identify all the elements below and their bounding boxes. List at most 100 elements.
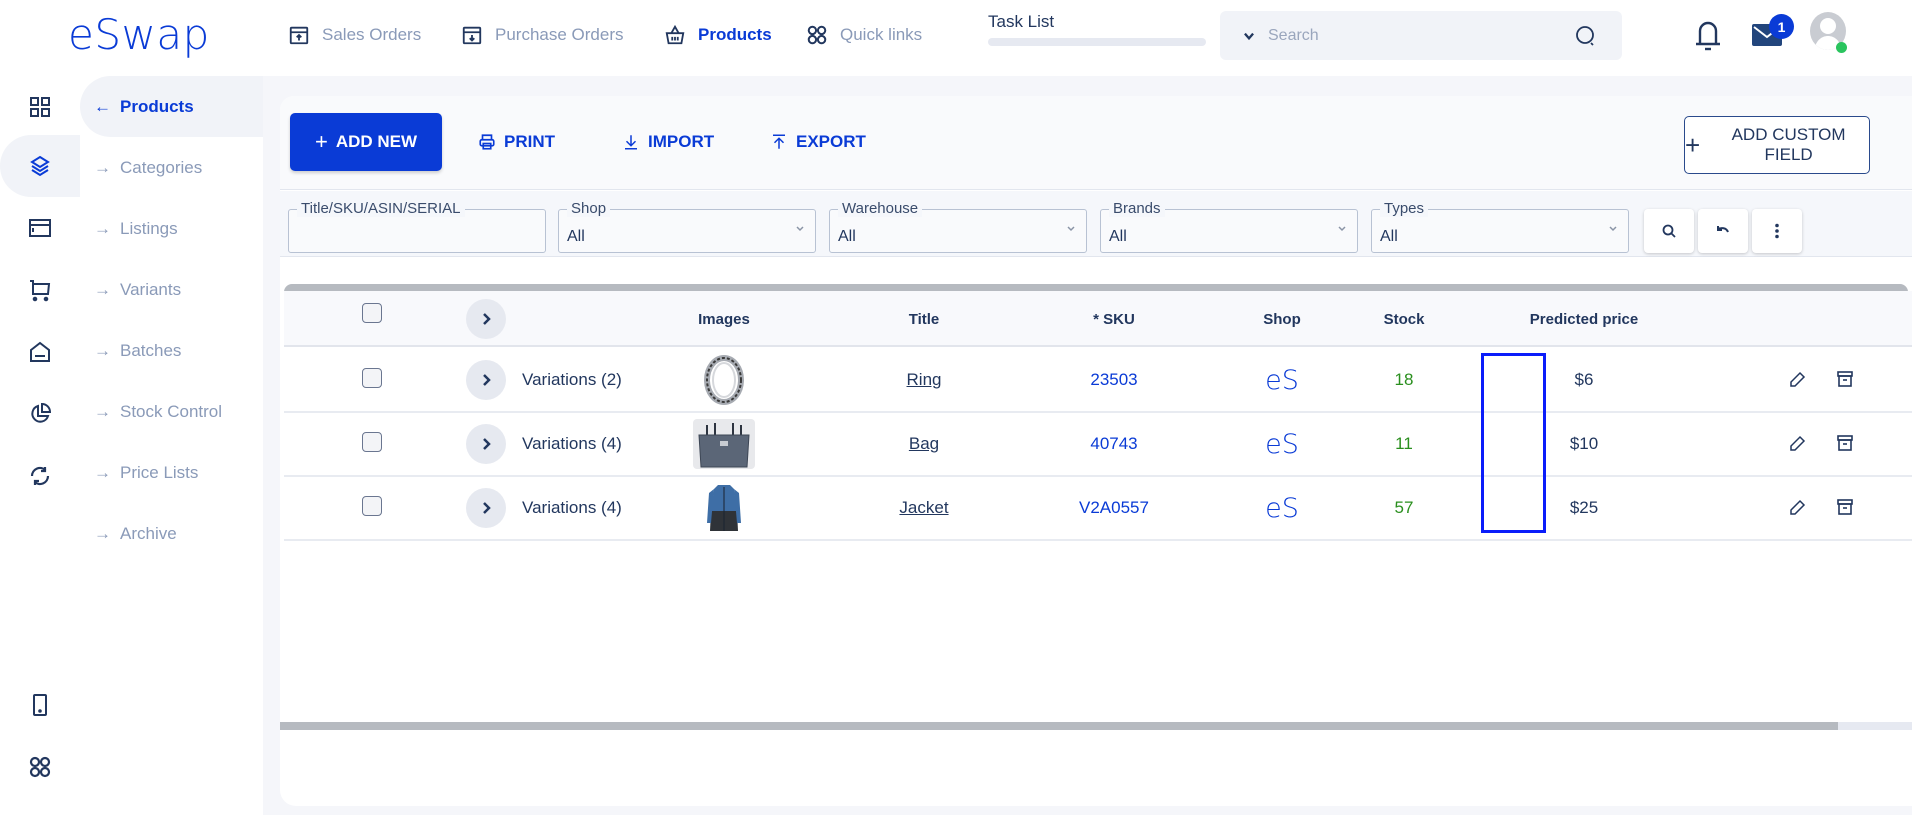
filters-bar: Title/SKU/ASIN/SERIAL Shop All Warehouse… bbox=[280, 191, 1912, 257]
icon-rail bbox=[0, 76, 80, 815]
print-button[interactable]: PRINT bbox=[478, 113, 555, 171]
chevron-right-icon bbox=[479, 373, 493, 387]
subnav-item-categories[interactable]: → Categories bbox=[80, 137, 263, 199]
pie-chart-icon bbox=[28, 402, 52, 426]
mail-count-badge: 1 bbox=[1769, 14, 1794, 39]
edit-button[interactable] bbox=[1786, 497, 1808, 519]
column-header-stock[interactable]: Stock bbox=[1364, 291, 1444, 347]
add-custom-field-button[interactable]: + ADD CUSTOM FIELD bbox=[1684, 116, 1870, 174]
product-title-link[interactable]: Bag bbox=[909, 434, 939, 454]
predicted-price-value: $10 bbox=[1570, 434, 1598, 454]
rail-item-mobile[interactable] bbox=[0, 674, 80, 736]
row-checkbox[interactable] bbox=[362, 496, 382, 516]
shop-select[interactable]: Shop All bbox=[558, 209, 816, 253]
subnav-item-batches[interactable]: → Batches bbox=[80, 320, 263, 382]
column-header-title[interactable]: Title bbox=[874, 291, 974, 347]
rail-item-orders[interactable] bbox=[0, 259, 80, 321]
table-header: Images Title * SKU Shop Stock Predicted … bbox=[284, 291, 1912, 347]
brands-select[interactable]: Brands All bbox=[1100, 209, 1358, 253]
column-header-shop[interactable]: Shop bbox=[1242, 291, 1322, 347]
ring-image[interactable] bbox=[693, 355, 755, 405]
products-subnav: ← Products → Categories → Listings → Var… bbox=[80, 76, 263, 815]
rail-item-warehouse[interactable] bbox=[0, 321, 80, 383]
field-label: Shop bbox=[567, 200, 610, 217]
chevron-down-icon bbox=[1608, 224, 1618, 234]
shop-logo: eS bbox=[1265, 429, 1299, 460]
product-title-link[interactable]: Jacket bbox=[899, 498, 948, 518]
expand-row-button[interactable] bbox=[466, 360, 506, 400]
chevron-down-icon[interactable] bbox=[1242, 29, 1256, 43]
subnav-item-stock-control[interactable]: → Stock Control bbox=[80, 381, 263, 443]
variations-link[interactable]: Variations (4) bbox=[522, 434, 622, 454]
sku-link[interactable]: 40743 bbox=[1090, 434, 1137, 454]
select-all-checkbox[interactable] bbox=[362, 303, 382, 323]
sku-link[interactable]: 23503 bbox=[1090, 370, 1137, 390]
column-header-sku[interactable]: * SKU bbox=[1054, 291, 1174, 347]
app-logo[interactable]: eSwap bbox=[68, 10, 210, 59]
edit-button[interactable] bbox=[1786, 369, 1808, 391]
title-sku-filter[interactable]: Title/SKU/ASIN/SERIAL bbox=[288, 209, 546, 253]
more-options-button[interactable] bbox=[1752, 209, 1802, 253]
rail-item-sync[interactable] bbox=[0, 445, 80, 507]
variations-link[interactable]: Variations (4) bbox=[522, 498, 622, 518]
pencil-icon bbox=[1788, 435, 1806, 453]
bell-icon[interactable] bbox=[1692, 18, 1724, 52]
topnav-quick-links[interactable]: Quick links bbox=[806, 22, 922, 48]
expand-row-button[interactable] bbox=[466, 488, 506, 528]
search-input[interactable] bbox=[1268, 27, 1568, 45]
rail-item-reports[interactable] bbox=[0, 383, 80, 445]
sync-icon bbox=[28, 464, 52, 488]
subnav-item-price-lists[interactable]: → Price Lists bbox=[80, 442, 263, 504]
expand-all-button[interactable] bbox=[466, 299, 506, 339]
rail-item-dashboard[interactable] bbox=[0, 76, 80, 138]
reset-filters-button[interactable] bbox=[1698, 209, 1748, 253]
row-checkbox[interactable] bbox=[362, 432, 382, 452]
pencil-icon bbox=[1788, 371, 1806, 389]
image-cell bbox=[674, 413, 774, 475]
archive-icon bbox=[1836, 498, 1854, 516]
warehouse-select[interactable]: Warehouse All bbox=[829, 209, 1087, 253]
title-sku-input[interactable] bbox=[289, 210, 545, 252]
add-new-button[interactable]: + ADD NEW bbox=[290, 113, 442, 171]
types-select[interactable]: Types All bbox=[1371, 209, 1629, 253]
topnav-sales-orders[interactable]: Sales Orders bbox=[288, 22, 421, 48]
subnav-item-listings[interactable]: → Listings bbox=[80, 198, 263, 260]
rail-item-apps[interactable] bbox=[0, 736, 80, 798]
task-list[interactable]: Task List bbox=[988, 12, 1206, 46]
horizontal-scrollbar-thumb[interactable] bbox=[280, 722, 1838, 730]
import-button[interactable]: IMPORT bbox=[622, 113, 714, 171]
variations-link[interactable]: Variations (2) bbox=[522, 370, 622, 390]
rail-item-listings[interactable] bbox=[0, 197, 80, 259]
archive-button[interactable] bbox=[1834, 432, 1856, 454]
arrow-right-icon: → bbox=[94, 402, 112, 422]
row-checkbox[interactable] bbox=[362, 368, 382, 388]
products-card: + ADD NEW PRINT IMPORT EXPORT + ADD CUST… bbox=[280, 96, 1912, 806]
bag-image[interactable] bbox=[693, 419, 755, 469]
product-title-link[interactable]: Ring bbox=[907, 370, 942, 390]
archive-button[interactable] bbox=[1834, 496, 1856, 518]
topnav-products[interactable]: Products bbox=[664, 22, 772, 48]
top-bar: eSwap Sales Orders Purchase Orders Produ… bbox=[0, 0, 1912, 76]
predicted-price-value: $25 bbox=[1570, 498, 1598, 518]
subnav-item-archive[interactable]: → Archive bbox=[80, 503, 263, 565]
subnav-item-variants[interactable]: → Variants bbox=[80, 259, 263, 321]
apply-search-button[interactable] bbox=[1644, 209, 1694, 253]
search-icon[interactable] bbox=[1574, 24, 1598, 48]
sku-link[interactable]: V2A0557 bbox=[1079, 498, 1149, 518]
column-header-images[interactable]: Images bbox=[674, 291, 774, 347]
topnav-label: Products bbox=[698, 25, 772, 45]
online-status-dot bbox=[1836, 42, 1847, 53]
archive-button[interactable] bbox=[1834, 368, 1856, 390]
column-header-predicted-price[interactable]: Predicted price bbox=[1494, 291, 1674, 347]
expand-row-button[interactable] bbox=[466, 424, 506, 464]
edit-button[interactable] bbox=[1786, 433, 1808, 455]
rail-item-products[interactable] bbox=[0, 135, 80, 197]
field-value: All bbox=[838, 228, 856, 246]
export-button[interactable]: EXPORT bbox=[770, 113, 866, 171]
mobile-icon bbox=[28, 693, 52, 717]
chevron-down-icon bbox=[1066, 224, 1076, 234]
jacket-image[interactable] bbox=[693, 483, 755, 533]
task-list-progress bbox=[988, 38, 1206, 46]
topnav-purchase-orders[interactable]: Purchase Orders bbox=[461, 22, 624, 48]
subnav-item-products[interactable]: ← Products bbox=[80, 76, 263, 137]
